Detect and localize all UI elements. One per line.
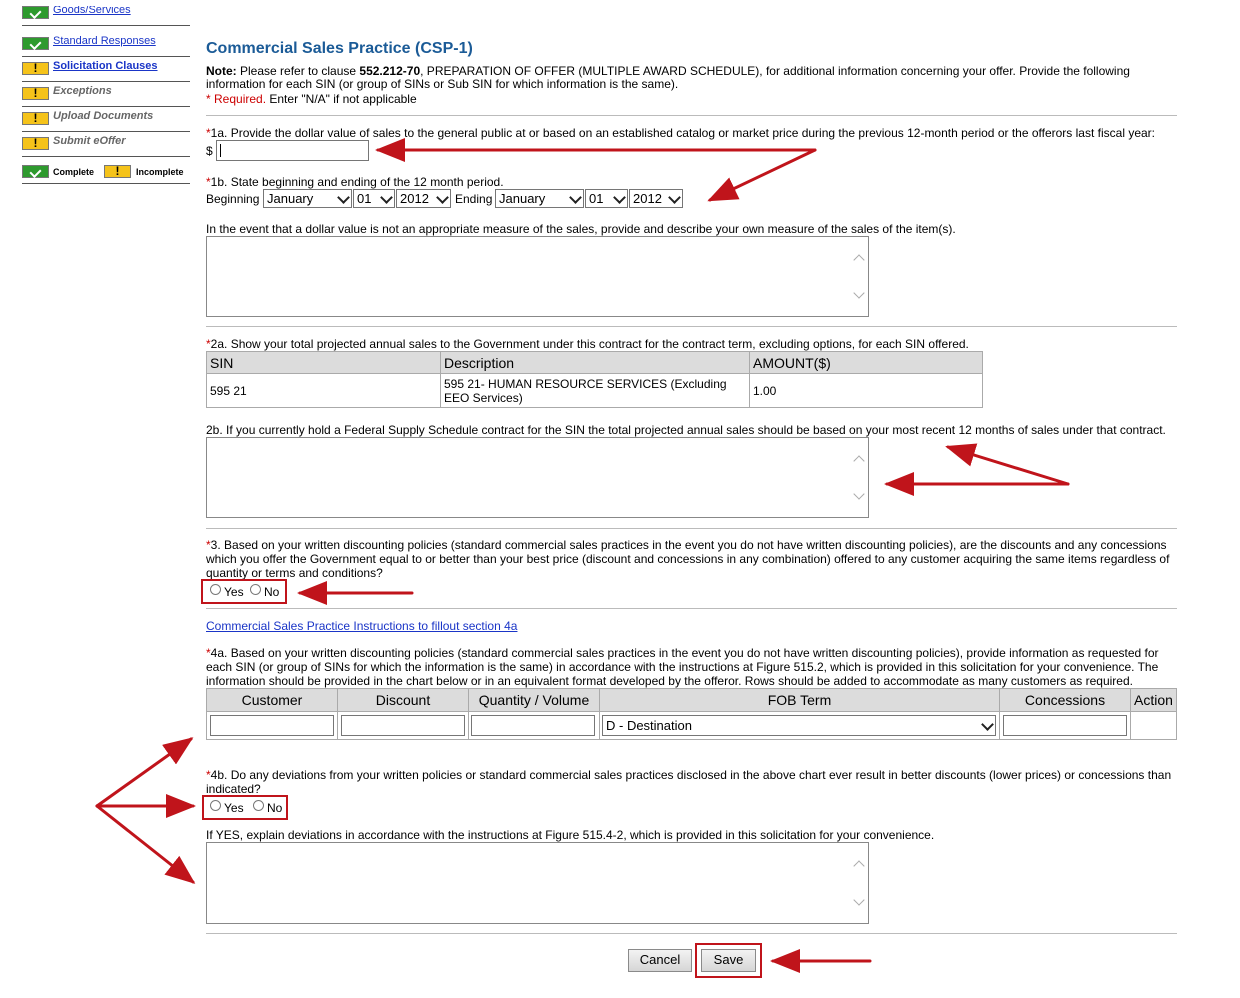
annotation-arrow xyxy=(95,804,196,884)
annotation-arrow xyxy=(707,148,817,202)
annotation-arrow xyxy=(95,737,194,808)
annotation-arrows xyxy=(95,138,1070,973)
annotation-arrow xyxy=(945,443,1070,486)
